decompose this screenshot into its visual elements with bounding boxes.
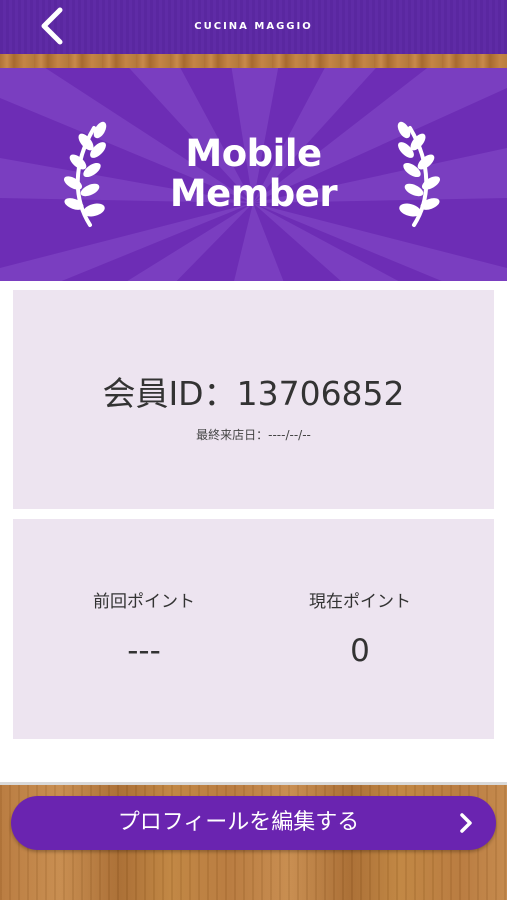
member-id-card: 会員ID：13706852 最終来店日：----/--/-- [13,290,494,509]
points-card: 前回ポイント --- 現在ポイント 0 [13,519,494,739]
edit-profile-button[interactable]: プロフィールを編集する [11,796,496,850]
current-points-label: 現在ポイント [309,592,411,612]
current-points-value: 0 [350,633,370,669]
member-banner: Mobile Member [0,68,507,281]
chevron-right-icon [460,813,472,833]
banner-title: Mobile Member [0,134,507,214]
last-visit-date: 最終来店日：----/--/-- [196,428,311,442]
banner-title-line1: Mobile [185,132,322,175]
wood-divider [0,54,507,68]
banner-divider [0,281,507,287]
previous-points-value: --- [127,633,161,669]
top-navigation-bar: CUCINA MAGGIO [0,0,507,54]
previous-points-label: 前回ポイント [93,592,195,612]
member-id: 会員ID：13706852 [102,374,405,413]
current-points: 現在ポイント 0 [240,591,480,669]
previous-points: 前回ポイント --- [24,591,264,669]
edit-profile-label: プロフィールを編集する [117,810,360,835]
banner-title-line2: Member [169,172,338,215]
app-title: CUCINA MAGGIO [194,21,313,32]
